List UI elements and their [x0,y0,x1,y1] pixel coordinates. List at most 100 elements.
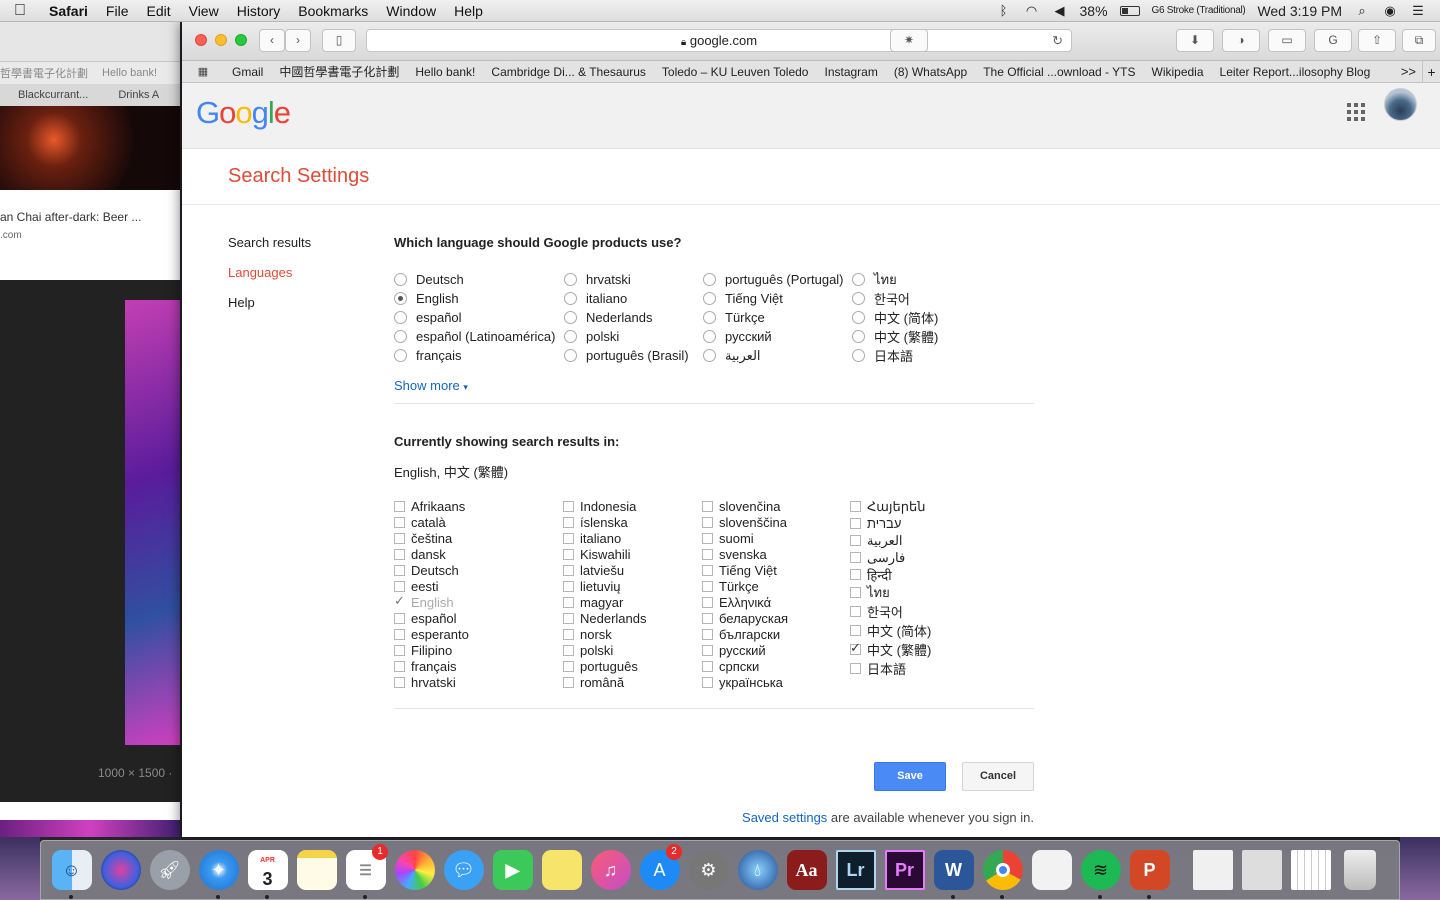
checkbox[interactable] [563,676,574,688]
language-checkbox-option[interactable]: Kiswahili [563,546,647,562]
checkbox[interactable] [850,606,861,617]
language-checkbox-option[interactable]: Nederlands [563,610,647,626]
language-radio-option[interactable]: italiano [564,289,689,308]
radio-button[interactable] [703,349,716,362]
dock-spreadsheet[interactable] [1286,846,1335,895]
bookmark-gmail[interactable]: Gmail [224,65,271,79]
background-tab[interactable]: Drinks A [118,89,159,101]
radio-button[interactable] [564,273,577,286]
language-radio-option[interactable]: العربية [703,346,844,365]
radio-button[interactable] [852,292,865,305]
google-logo[interactable]: Google [196,95,291,131]
spotlight-search-icon[interactable]: ⌕ [1354,3,1370,18]
nav-languages[interactable]: Languages [228,265,311,295]
show-more-link[interactable]: Show more ▾ [394,378,1034,393]
radio-button[interactable] [394,311,407,324]
language-checkbox-option[interactable]: svenska [702,546,788,562]
dock-safari[interactable]: ✦ [194,846,243,899]
checkbox[interactable] [850,535,861,546]
menu-bookmarks[interactable]: Bookmarks [289,3,377,19]
language-checkbox-option[interactable]: esperanto [394,626,469,642]
language-checkbox-option[interactable]: Ελληνικά [702,594,788,610]
dock-messages[interactable]: 💬︎ [439,846,488,895]
radio-button[interactable] [394,273,407,286]
language-checkbox-option[interactable]: English [394,593,469,610]
minimize-window-button[interactable] [215,34,227,46]
checkbox[interactable] [563,580,574,592]
language-radio-option[interactable]: français [394,346,555,365]
background-tab[interactable]: Blackcurrant... [18,89,88,101]
language-checkbox-option[interactable]: latviešu [563,562,647,578]
nav-help[interactable]: Help [228,295,311,325]
dock-app-store[interactable]: A2 [635,843,684,895]
sidebar-button[interactable]: ▯ [322,29,356,52]
language-checkbox-option[interactable]: українська [702,674,788,690]
language-checkbox-option[interactable]: العربية [850,532,931,549]
top-sites-grid-icon[interactable]: ▦ [182,65,224,78]
dock-reminders[interactable]: ☰ 1 [341,843,390,899]
checkbox[interactable] [394,500,405,512]
checkbox[interactable] [702,548,713,560]
radio-button[interactable] [703,311,716,324]
language-radio-option[interactable]: 中文 (繁體) [852,327,938,346]
language-radio-option[interactable]: русский [703,327,844,346]
checkbox[interactable] [563,500,574,512]
language-checkbox-option[interactable]: português [563,658,647,674]
language-checkbox-option[interactable]: suomi [702,530,788,546]
radio-button[interactable] [394,330,407,343]
dock-chrome[interactable] [978,846,1027,899]
language-checkbox-option[interactable]: lietuvių [563,578,647,594]
language-checkbox-option[interactable]: 日本語 [850,659,931,678]
bookmark-toledo[interactable]: Toledo – KU Leuven Toledo [654,65,817,79]
radio-button[interactable] [564,330,577,343]
checkbox[interactable] [394,660,405,672]
wifi-icon[interactable]: ◠ [1024,3,1040,18]
dock-screenshot[interactable] [1237,846,1286,895]
checkbox[interactable] [394,532,405,544]
language-checkbox-option[interactable]: Afrikaans [394,498,469,514]
address-bar[interactable]: 🔒︎ google.com ↻ [366,29,1072,52]
close-window-button[interactable] [195,34,207,46]
language-checkbox-option[interactable]: Türkçe [702,578,788,594]
checkbox[interactable] [850,501,861,512]
radio-button[interactable] [703,292,716,305]
language-radio-option[interactable]: Deutsch [394,270,555,289]
downloads-button[interactable]: ⬇ [1176,29,1214,52]
checkbox[interactable] [394,676,405,688]
more-bookmarks-button[interactable]: >> [1401,64,1416,79]
checkbox[interactable] [850,552,861,563]
radio-button[interactable] [852,330,865,343]
checkbox[interactable] [702,532,713,544]
checkbox[interactable] [702,564,713,576]
language-checkbox-option[interactable]: hrvatski [394,674,469,690]
dock-photos[interactable] [390,846,439,895]
checkbox[interactable] [394,516,405,528]
tabs-overview-button[interactable]: ⧉ [1402,29,1436,52]
radio-button[interactable] [564,292,577,305]
language-checkbox-option[interactable]: íslenska [563,514,647,530]
checkbox[interactable] [850,569,861,580]
language-checkbox-option[interactable]: dansk [394,546,469,562]
language-checkbox-option[interactable]: română [563,674,647,690]
share-button[interactable]: ⇧ [1358,29,1396,52]
checkbox[interactable] [563,564,574,576]
language-radio-option[interactable]: español (Latinoamérica) [394,327,555,346]
checkbox[interactable] [702,500,713,512]
language-checkbox-option[interactable]: eesti [394,578,469,594]
cancel-button[interactable]: Cancel [962,762,1034,791]
language-radio-option[interactable]: polski [564,327,689,346]
bookmark-yts[interactable]: The Official ...ownload - YTS [975,65,1143,79]
dock-launchpad[interactable]: 🚀︎ [145,846,194,895]
language-radio-option[interactable]: 中文 (简体) [852,308,938,327]
apple-menu-icon[interactable]:  [0,2,40,20]
checkbox[interactable] [394,628,405,640]
language-checkbox-option[interactable]: हिन्दी [850,566,931,583]
language-checkbox-option[interactable]: magyar [563,594,647,610]
google-apps-icon[interactable] [1347,103,1365,121]
zoom-window-button[interactable] [235,34,247,46]
radio-button[interactable] [564,349,577,362]
bookmark-leiter-report[interactable]: Leiter Report...ilosophy Blog [1212,65,1379,79]
save-button[interactable]: Save [874,762,946,791]
checkbox[interactable] [702,516,713,528]
checkbox[interactable] [850,587,861,598]
